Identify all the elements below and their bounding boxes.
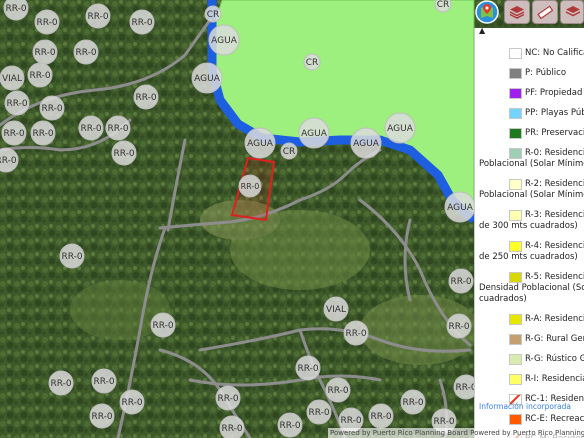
zone-label-rr0: RR-0 xyxy=(402,398,423,408)
legend-item-label: R-5: Residencial xyxy=(525,272,584,282)
agua-label: AGUA xyxy=(447,203,474,213)
zone-label-rr0: RR-0 xyxy=(50,379,71,389)
measure-button[interactable] xyxy=(532,0,558,24)
ruler-icon xyxy=(537,5,553,19)
zone-label-rr0: RR-0 xyxy=(87,12,108,22)
zone-label-rr0: RR-0 xyxy=(3,129,24,139)
zone-label-rr0: RR-0 xyxy=(370,412,391,422)
legend-item-description: Poblacional (Solar Mínimo xyxy=(479,159,584,169)
zone-label-rr0: RR-0 xyxy=(41,104,62,114)
agua-label: AGUA xyxy=(211,36,238,46)
zone-label-rr0: RR-0 xyxy=(450,277,471,287)
legend-swatch xyxy=(509,354,522,365)
legend-swatch xyxy=(509,210,522,221)
legend-footer-link[interactable]: Información incorporada xyxy=(479,402,571,411)
vial-label: VIAL xyxy=(326,305,346,315)
cr-label: CR xyxy=(306,58,319,68)
legend-item-label: P: Público xyxy=(525,68,567,78)
legend-item-label: R-G: Rural General xyxy=(525,334,584,344)
legend-item-label: R-2: Residencial xyxy=(525,179,584,189)
legend-swatch xyxy=(509,88,522,99)
layers-icon xyxy=(509,6,525,19)
zone-label-rr0: RR-0 xyxy=(152,321,173,331)
agua-label: AGUA xyxy=(353,139,380,149)
map-location-button[interactable] xyxy=(474,0,500,24)
zone-label-rr0: RR-0 xyxy=(93,377,114,387)
zone-label-rr0: RR-0 xyxy=(217,394,238,404)
agua-label: AGUA xyxy=(387,124,414,134)
layers-icon xyxy=(565,6,581,17)
cr-label: CR xyxy=(437,0,450,10)
map-toolbar xyxy=(474,0,584,26)
zone-label-rr0: RR-0 xyxy=(5,4,26,14)
zone-label-rr0: RR-0 xyxy=(340,416,361,426)
legend-item-label: R-I: Residencial xyxy=(525,374,584,384)
legend-swatch xyxy=(509,148,522,159)
legend-item-description: Densidad Poblacional (Solar xyxy=(479,283,584,293)
legend-swatch xyxy=(509,108,522,119)
zone-label-rr0: RR-0 xyxy=(113,149,134,159)
legend-swatch xyxy=(509,314,522,325)
legend-item-label: NC: No Calificado xyxy=(525,48,584,58)
zone-label-rr0: RR-0 xyxy=(345,329,366,339)
legend-item-label: R-0: Residencial xyxy=(525,148,584,158)
zone-label-rr0: RR-0 xyxy=(91,412,112,422)
legend-swatch xyxy=(509,334,522,345)
zone-label-rr0: RR-0 xyxy=(75,48,96,58)
zone-label-rr0: RR-0 xyxy=(80,124,101,134)
zone-label-rr0: RR-0 xyxy=(0,156,17,166)
legend-item-label: R-3: Residencial xyxy=(525,210,584,220)
legend-item-description: de 300 mts cuadrados) xyxy=(479,221,578,231)
zone-label-rr0: RR-0 xyxy=(221,424,242,434)
legend-item-description: cuadrados) xyxy=(479,294,527,304)
legend-swatch xyxy=(509,48,522,59)
zone-label-rr0: RR-0 xyxy=(448,322,469,332)
legend-item-label: R-A: Residencial xyxy=(525,314,584,324)
legend-swatch xyxy=(509,179,522,190)
zone-label-rr0: RR-0 xyxy=(29,71,50,81)
agua-label: AGUA xyxy=(194,74,221,84)
zone-label-rr0: RR-0 xyxy=(32,129,53,139)
legend-item-label: R-4: Residencial xyxy=(525,241,584,251)
legend-item-label: PF: Propiedad Federal xyxy=(525,88,584,98)
layers-button[interactable] xyxy=(504,0,530,24)
selected-parcel-label-text: RR-0 xyxy=(241,182,260,191)
agua-label: AGUA xyxy=(301,129,328,139)
legend-item-description: Poblacional (Solar Mínimo xyxy=(479,190,584,200)
map-location-icon xyxy=(475,0,499,24)
vial-label: VIAL xyxy=(2,74,22,84)
legend-item-label: PP: Playas Públicas xyxy=(525,108,584,118)
zone-label-rr0: RR-0 xyxy=(34,48,55,58)
zone-label-rr0: RR-0 xyxy=(433,417,454,427)
zone-label-rr0: RR-0 xyxy=(107,124,128,134)
zone-label-rr0: RR-0 xyxy=(36,18,57,28)
legend-swatch xyxy=(509,414,522,425)
layers-button-2[interactable] xyxy=(560,0,584,24)
legend-panel[interactable]: ▲ NC: No Calificado P: Público PF: Propied… xyxy=(474,28,584,438)
zone-label-rr0: RR-0 xyxy=(297,364,318,374)
legend-item-label: RC-E: Recreación xyxy=(525,414,584,424)
zone-label-rr0: RR-0 xyxy=(131,18,152,28)
zone-label-rr0: RR-0 xyxy=(327,386,348,396)
legend-collapse-caret[interactable]: ▲ xyxy=(479,28,485,35)
zone-label-rr0: RR-0 xyxy=(6,99,27,109)
legend-item-description: de 250 mts cuadrados) xyxy=(479,252,578,262)
legend-swatch xyxy=(509,241,522,252)
cr-label: CR xyxy=(283,147,296,157)
zone-label-rr0: RR-0 xyxy=(135,93,156,103)
agua-label: AGUA xyxy=(247,139,274,149)
selected-parcel-label: RR-0 xyxy=(238,174,262,198)
cr-label: CR xyxy=(207,10,220,20)
zone-label-rr0: RR-0 xyxy=(279,421,300,431)
zone-label-rr0: RR-0 xyxy=(61,252,82,262)
legend-item-label: R-G: Rústico General xyxy=(525,354,584,364)
legend-swatch xyxy=(509,374,522,385)
legend-item-label: PR: Preservación xyxy=(525,128,584,138)
zone-label-rr0: RR-0 xyxy=(121,398,142,408)
legend-swatch xyxy=(509,272,522,283)
attribution: Powered by Puerto Rico Planning Board Po… xyxy=(328,428,584,438)
legend-swatch xyxy=(509,128,522,139)
zone-label-rr0: RR-0 xyxy=(308,408,329,418)
legend-swatch xyxy=(509,68,522,79)
